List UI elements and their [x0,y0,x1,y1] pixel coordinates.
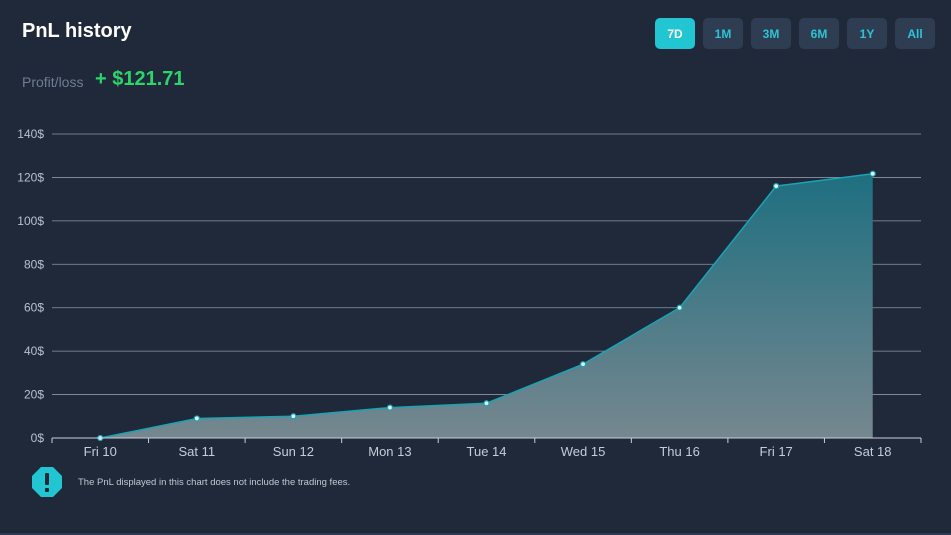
range-selector: 7D 1M 3M 6M 1Y All [655,18,935,49]
y-tick-label: 0$ [31,431,45,445]
pnl-area-chart: 0$ 20$ 40$ 60$ 80$ 100$ 120$ 140$ Fri 10 Sat 11 S… [17,127,922,459]
data-point [386,404,394,411]
data-point [193,415,200,422]
range-6m-button[interactable]: 6M [799,18,839,49]
x-tick-label: Mon 13 [368,444,411,459]
x-tick-label: Tue 14 [467,444,507,459]
x-tick-label: Sun 12 [273,444,314,459]
y-tick-label: 40$ [24,344,44,358]
y-tick-label: 140$ [17,127,44,141]
range-3m-button[interactable]: 3M [751,18,791,49]
x-tick-label: Sat 18 [854,444,892,459]
x-tick-label: Fri 17 [760,444,793,459]
x-tick-label: Fri 10 [84,444,117,459]
data-point [483,400,490,407]
data-point [869,170,876,177]
y-tick-label: 80$ [24,257,44,271]
data-point [773,183,780,190]
data-point [579,361,587,368]
range-1m-button[interactable]: 1M [703,18,743,49]
y-tick-label: 120$ [17,170,44,184]
exclamation-icon [32,467,62,497]
y-tick-label: 100$ [17,214,44,228]
range-7d-button[interactable]: 7D [655,18,695,49]
profit-loss-value: + $121.71 [95,68,185,90]
chart-title: PnL history [22,20,132,42]
x-tick-label: Wed 15 [561,444,606,459]
range-all-button[interactable]: All [895,18,935,49]
x-tick-label: Thu 16 [659,444,699,459]
x-tick-label: Sat 11 [179,444,216,459]
profit-loss-label: Profit/loss [22,74,84,90]
y-tick-label: 20$ [24,388,44,402]
area-fill [100,173,873,438]
range-1y-button[interactable]: 1Y [847,18,887,49]
y-tick-label: 60$ [24,301,44,315]
data-point [676,304,683,311]
data-point [290,413,297,420]
fees-disclaimer: The PnL displayed in this chart does not… [78,477,351,488]
